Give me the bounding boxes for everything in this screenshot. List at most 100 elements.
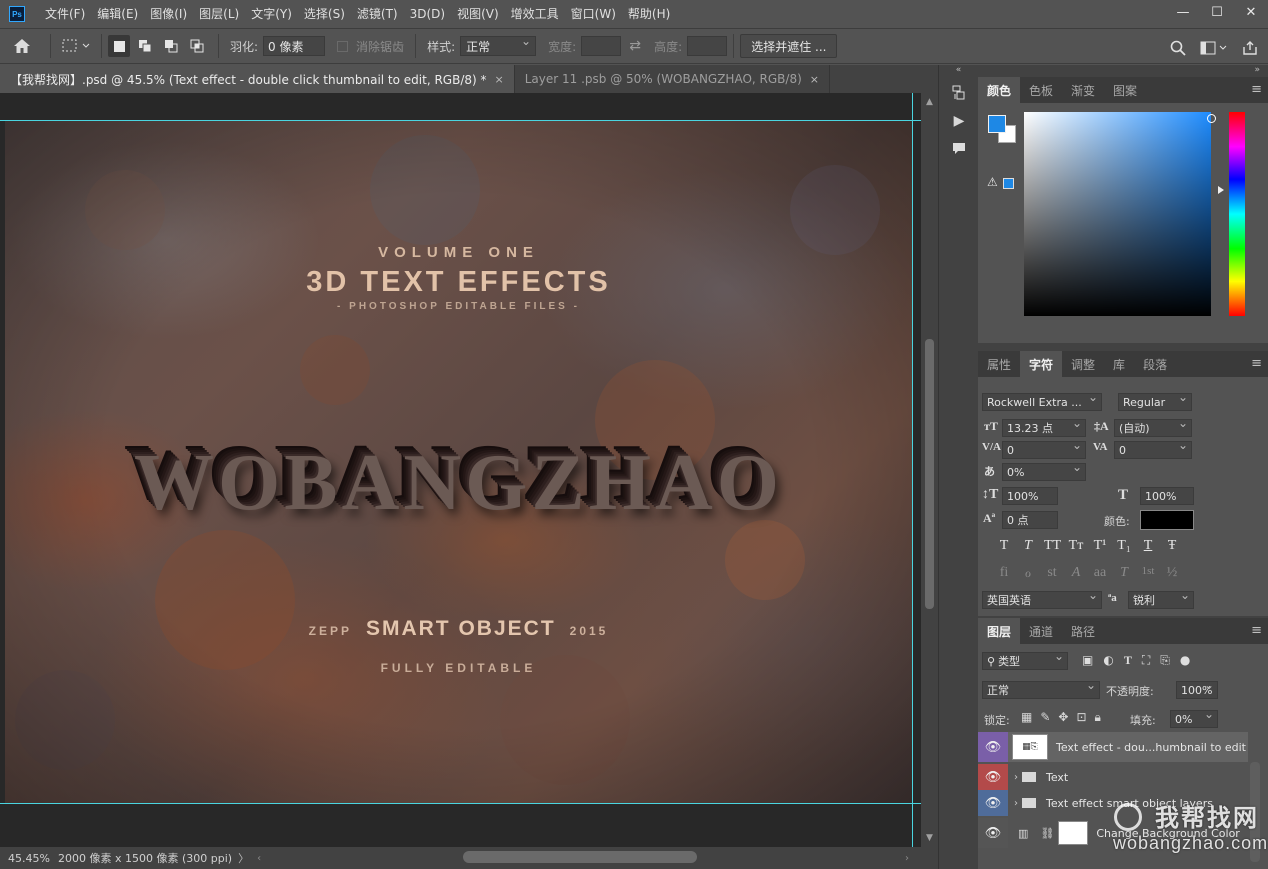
vertical-scale-input[interactable]: 100% bbox=[1002, 487, 1058, 505]
layer-name[interactable]: Text effect - dou...humbnail to edit bbox=[1056, 741, 1246, 754]
tracking-input[interactable]: 0 bbox=[1114, 441, 1192, 459]
tab-channels[interactable]: 通道 bbox=[1020, 618, 1062, 644]
antialias-checkbox[interactable] bbox=[337, 40, 349, 52]
feather-input[interactable]: 0 像素 bbox=[263, 36, 326, 56]
menu-3d[interactable]: 3D(D) bbox=[404, 0, 451, 28]
expand-chevron-icon[interactable]: › bbox=[1014, 772, 1018, 783]
tab-main-document[interactable]: 【我帮找网】.psd @ 45.5% (Text effect - double… bbox=[0, 65, 515, 93]
guide-line-top[interactable] bbox=[0, 120, 921, 121]
new-selection-icon[interactable] bbox=[108, 35, 130, 57]
marquee-tool-icon[interactable] bbox=[57, 33, 95, 59]
visibility-eye-icon[interactable]: 👁︎ bbox=[978, 818, 1008, 848]
style-select[interactable]: 正常 bbox=[460, 34, 537, 56]
expand-arrows-icon[interactable]: » bbox=[978, 65, 1268, 77]
menu-type[interactable]: 文字(Y) bbox=[245, 0, 298, 28]
kerning-input[interactable]: 0 bbox=[1002, 441, 1086, 459]
width-input[interactable] bbox=[581, 36, 622, 56]
zoom-level[interactable]: 45.45% bbox=[8, 852, 54, 865]
all-caps-icon[interactable]: TT bbox=[1044, 538, 1061, 554]
foreground-color-swatch[interactable] bbox=[988, 115, 1006, 133]
antialias-select[interactable]: 锐利 bbox=[1128, 591, 1194, 609]
tab-layers[interactable]: 图层 bbox=[978, 618, 1021, 644]
shape-filter-icon[interactable]: ⛶ bbox=[1142, 653, 1150, 668]
scroll-up-icon[interactable]: ▲ bbox=[921, 97, 938, 107]
tab-gradients[interactable]: 渐变 bbox=[1062, 77, 1104, 103]
panel-menu-icon[interactable]: ≡ bbox=[1251, 82, 1262, 97]
menu-edit[interactable]: 编辑(E) bbox=[91, 0, 144, 28]
tab-layer11[interactable]: Layer 11 .psb @ 50% (WOBANGZHAO, RGB/8) … bbox=[514, 65, 830, 93]
horizontal-scale-input[interactable]: 100% bbox=[1140, 487, 1194, 505]
ligatures-icon[interactable]: fi bbox=[996, 565, 1012, 582]
scroll-right-icon[interactable]: › bbox=[905, 853, 909, 864]
tab-properties[interactable]: 属性 bbox=[978, 351, 1020, 377]
smart-object-thumbnail[interactable]: ▦⎘ bbox=[1012, 734, 1048, 760]
layer-row[interactable]: 👁︎ ▦⎘ Text effect - dou...humbnail to ed… bbox=[978, 732, 1248, 762]
menu-filter[interactable]: 滤镜(T) bbox=[351, 0, 404, 28]
lock-all-icon[interactable]: 🔒︎ bbox=[1095, 710, 1101, 725]
lock-image-icon[interactable]: ✎ bbox=[1040, 710, 1050, 725]
menu-window[interactable]: 窗口(W) bbox=[565, 0, 622, 28]
smart-object-filter-icon[interactable]: ⎘ bbox=[1160, 653, 1170, 668]
menu-view[interactable]: 视图(V) bbox=[451, 0, 505, 28]
superscript-icon[interactable]: T¹ bbox=[1092, 538, 1108, 554]
panel-menu-icon[interactable]: ≡ bbox=[1251, 356, 1262, 371]
search-icon[interactable] bbox=[1168, 35, 1188, 61]
opacity-input[interactable]: 100% bbox=[1176, 681, 1218, 699]
ordinals-icon[interactable]: 1st bbox=[1140, 565, 1156, 582]
minimize-button[interactable]: — bbox=[1166, 0, 1200, 24]
menu-file[interactable]: 文件(F) bbox=[39, 0, 91, 28]
filter-toggle-icon[interactable]: ● bbox=[1180, 653, 1190, 668]
lock-transparent-icon[interactable]: ▦ bbox=[1021, 710, 1032, 725]
color-field[interactable] bbox=[1024, 112, 1211, 316]
text-color-swatch[interactable] bbox=[1140, 510, 1194, 530]
gamut-color-swatch[interactable] bbox=[1003, 178, 1014, 189]
lock-artboard-icon[interactable]: ⊡ bbox=[1076, 710, 1086, 725]
hue-slider-marker[interactable] bbox=[1218, 186, 1224, 194]
layer-filter-select[interactable]: ⚲ 类型 bbox=[982, 652, 1068, 670]
tab-swatches[interactable]: 色板 bbox=[1020, 77, 1062, 103]
layer-row[interactable]: 👁︎ › Text bbox=[978, 764, 1248, 790]
type-filter-icon[interactable]: T bbox=[1124, 653, 1132, 668]
panel-menu-icon[interactable]: ≡ bbox=[1251, 623, 1262, 638]
document-info[interactable]: 2000 像素 x 1500 像素 (300 ppi) bbox=[58, 850, 232, 866]
play-actions-icon[interactable]: ▶ bbox=[939, 107, 979, 135]
underline-icon[interactable]: T bbox=[1140, 538, 1156, 554]
faux-bold-icon[interactable]: T bbox=[996, 538, 1012, 554]
height-input[interactable] bbox=[687, 36, 728, 56]
workspace-icon[interactable] bbox=[1198, 35, 1230, 61]
font-family-select[interactable]: Rockwell Extra ... bbox=[982, 393, 1102, 411]
tab-adjustments[interactable]: 调整 bbox=[1062, 351, 1104, 377]
horizontal-scroll-thumb[interactable] bbox=[463, 851, 697, 863]
language-select[interactable]: 英国英语 bbox=[982, 591, 1102, 609]
tab-libraries[interactable]: 库 bbox=[1104, 351, 1134, 377]
scroll-left-icon[interactable]: ‹ bbox=[257, 853, 261, 864]
small-caps-icon[interactable]: Tт bbox=[1068, 538, 1084, 554]
tab-color[interactable]: 颜色 bbox=[978, 77, 1021, 103]
maximize-button[interactable]: ☐ bbox=[1200, 0, 1234, 24]
stylistic-alternates-icon[interactable]: st bbox=[1044, 565, 1060, 582]
hue-slider[interactable] bbox=[1229, 112, 1245, 316]
add-selection-icon[interactable] bbox=[134, 35, 156, 57]
tab-character[interactable]: 字符 bbox=[1020, 351, 1063, 377]
home-icon[interactable] bbox=[0, 33, 44, 59]
guide-line-bottom[interactable] bbox=[0, 803, 921, 804]
swap-icon[interactable]: ⇄ bbox=[621, 33, 649, 59]
menu-select[interactable]: 选择(S) bbox=[298, 0, 351, 28]
pixel-filter-icon[interactable]: ▣ bbox=[1082, 653, 1093, 668]
blend-mode-select[interactable]: 正常 bbox=[982, 681, 1100, 699]
visibility-eye-icon[interactable]: 👁︎ bbox=[978, 732, 1008, 762]
subtract-selection-icon[interactable] bbox=[160, 35, 182, 57]
close-icon[interactable]: × bbox=[810, 73, 819, 86]
contextual-alternates-icon[interactable]: T bbox=[1116, 565, 1132, 582]
history-icon[interactable] bbox=[939, 79, 979, 107]
tab-patterns[interactable]: 图案 bbox=[1104, 77, 1146, 103]
close-icon[interactable]: × bbox=[495, 73, 504, 86]
layer-mask-thumbnail[interactable] bbox=[1058, 821, 1089, 845]
visibility-eye-icon[interactable]: 👁︎ bbox=[978, 790, 1008, 816]
share-icon[interactable] bbox=[1240, 35, 1260, 61]
gamut-warning-icon[interactable]: ⚠ bbox=[987, 175, 998, 189]
select-and-mask-button[interactable]: 选择并遮住 ... bbox=[740, 34, 838, 58]
lock-position-icon[interactable]: ✥ bbox=[1058, 710, 1068, 725]
menu-plugins[interactable]: 增效工具 bbox=[505, 0, 565, 28]
font-style-select[interactable]: Regular bbox=[1118, 393, 1192, 411]
